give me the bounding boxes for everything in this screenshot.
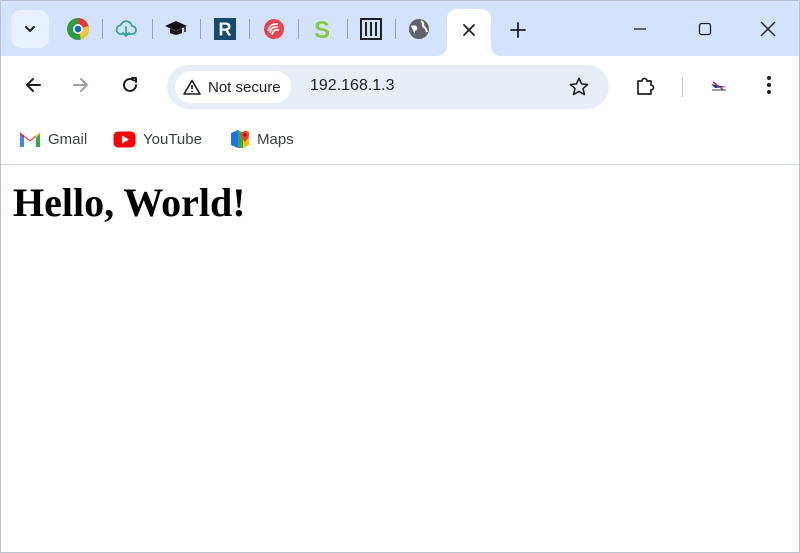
tab-separator [395,19,396,39]
profile-plane-icon [711,81,727,91]
gmail-icon [20,132,40,147]
reload-button[interactable] [114,69,146,101]
bookmark-label: Gmail [48,130,88,148]
close-icon[interactable] [462,23,476,37]
svg-text:S: S [314,17,330,41]
tab-globe[interactable] [407,17,431,41]
wokwi-logo-icon [360,18,382,40]
tab-s[interactable]: S [310,17,334,41]
chrome-color-icon [67,18,89,40]
bookmark-gmail[interactable]: Gmail [19,127,87,151]
back-button[interactable] [17,69,49,101]
tab-strip: R S [1,1,799,56]
active-tab[interactable] [447,9,491,56]
arrow-right-icon [73,78,88,92]
tab-fingerprint[interactable] [262,17,286,41]
tab-separator [200,19,201,39]
star-icon [569,77,589,96]
forward-button[interactable] [65,69,97,101]
chevron-down-icon [25,26,35,32]
svg-text:R: R [219,20,232,40]
profile-button[interactable] [704,70,734,100]
menu-button[interactable] [754,70,784,100]
extensions-button[interactable] [631,70,661,100]
bookmark-maps[interactable]: Maps [230,127,294,151]
bookmark-label: Maps [257,130,294,148]
fingerprint-logo-icon [264,19,284,39]
navigation-toolbar: Not secure 192.168.1.3 [1,56,799,114]
browser-window: R S Not secure 192.168.1.3 Gmail YouTube… [0,0,800,553]
security-label: Not secure [208,78,281,96]
tab-separator [102,19,103,39]
maps-icon [231,130,250,148]
graduation-cap-icon [165,21,187,35]
minimize-button[interactable] [617,11,663,47]
puzzle-icon [637,77,655,95]
arrow-left-icon [26,78,41,92]
tab-search-button[interactable] [11,10,49,48]
page-content: Hello, World! [1,166,799,552]
security-chip[interactable]: Not secure [175,71,291,103]
new-tab-button[interactable] [503,15,533,45]
address-bar[interactable]: Not secure 192.168.1.3 [167,65,609,109]
r-logo-icon: R [214,18,236,40]
close-window-icon [760,21,776,37]
maximize-icon [698,22,712,36]
page-heading: Hello, World! [13,180,246,225]
tab-separator [152,19,153,39]
toolbar-separator [682,77,683,97]
close-window-button[interactable] [745,11,791,47]
tab-cloud[interactable] [114,17,138,41]
tab-chrome-color[interactable] [66,17,90,41]
warning-icon [183,79,201,95]
more-vert-icon [767,76,771,94]
minimize-icon [634,28,646,30]
bookmark-star-button[interactable] [567,75,591,99]
s-logo-icon: S [314,17,330,41]
tab-separator [249,19,250,39]
tab-separator [298,19,299,39]
reload-icon [123,77,137,92]
tab-graduation[interactable] [164,17,188,41]
tab-r[interactable]: R [213,17,237,41]
url-text[interactable]: 192.168.1.3 [310,77,395,95]
tab-wokwi[interactable] [359,17,383,41]
youtube-icon [113,131,136,147]
tab-separator [347,19,348,39]
globe-icon [409,19,429,39]
bookmark-youtube[interactable]: YouTube [113,127,202,151]
bookmark-label: YouTube [143,130,202,148]
cloud-download-icon [115,20,137,38]
plus-icon [510,22,526,38]
bookmarks-bar: Gmail YouTube Maps [1,114,799,165]
maximize-button[interactable] [682,11,728,47]
